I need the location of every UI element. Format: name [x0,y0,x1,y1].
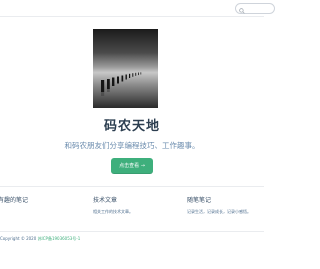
footer: Copyright © 2020 苏ICP备19036053号-1 [0,231,264,269]
long-exposure-pier-image [93,29,158,108]
get-started-button[interactable]: 点击查看 → [111,158,153,174]
feature-item: 有趣的笔记 [0,195,28,209]
feature-details: 记录生活，记录成长，记录小感悟。 [187,209,251,214]
search-input[interactable] [245,4,273,13]
navbar [0,0,275,17]
feature-item: 随笔笔记 记录生活，记录成长，记录小感悟。 [187,195,251,215]
feature-title: 技术文章 [93,197,118,204]
feature-title: 有趣的笔记 [0,197,29,204]
copyright-text: Copyright © 2020 [0,236,37,241]
footer-text: Copyright © 2020 苏ICP备19036053号-1 [0,236,80,242]
features-section: 有趣的笔记 技术文章 相关工作的技术文章。 随笔笔记 记录生活，记录成长，记录小… [0,186,264,226]
feature-details: 相关工作的技术文章。 [93,209,133,214]
icp-link[interactable]: 苏ICP备19036053号-1 [38,236,81,241]
hero-image [93,29,158,108]
feature-title: 随笔笔记 [187,197,212,204]
search-box[interactable] [235,3,275,14]
site-description: 和码农朋友们分享编程技巧、工作趣事。 [64,141,200,150]
feature-item: 技术文章 相关工作的技术文章。 [93,195,133,215]
site-title: 码农天地 [103,119,160,134]
